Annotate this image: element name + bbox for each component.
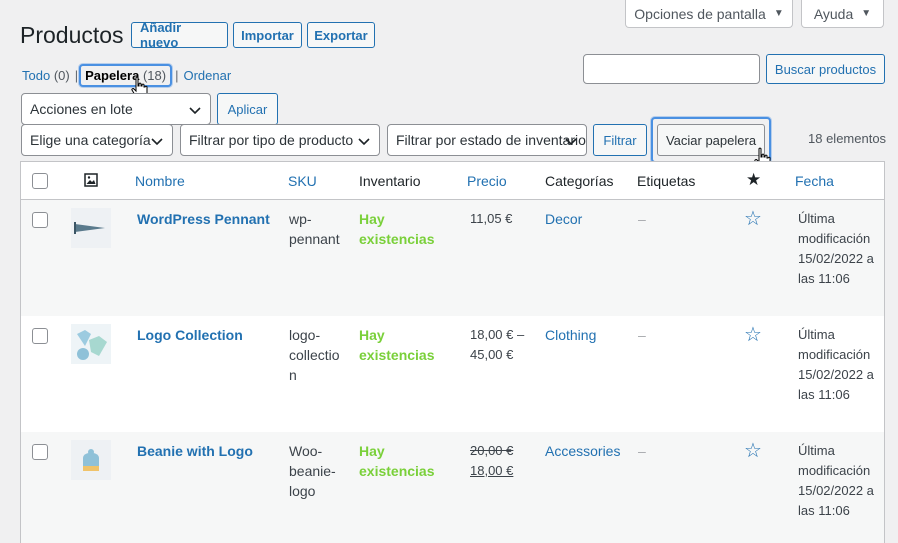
stock-status-filter-value: Filtrar por estado de inventario xyxy=(396,132,586,148)
product-name-link[interactable]: WordPress Pennant xyxy=(137,209,270,229)
product-name-link[interactable]: Beanie with Logo xyxy=(137,441,253,461)
category-filter-value: Elige una categoría xyxy=(30,132,151,148)
product-price: 18,00 € –45,00 € xyxy=(470,327,525,362)
table-row: Beanie with Logo Woo-beanie-logo Hay exis… xyxy=(21,432,884,543)
stock-status: Hay existencias xyxy=(359,327,435,363)
price-new: 18,00 € xyxy=(470,463,514,478)
row-checkbox[interactable] xyxy=(32,212,48,228)
stock-status: Hay existencias xyxy=(359,443,435,479)
help-button[interactable]: Ayuda ▼ xyxy=(801,0,884,28)
price-old: 20,00 € xyxy=(470,443,514,458)
page-title: Productos xyxy=(20,22,124,48)
view-filters: Todo (0) | Papelera (18) | Ordenar xyxy=(22,63,231,87)
chevron-down-icon xyxy=(358,138,370,146)
add-new-button[interactable]: Añadir nuevo xyxy=(131,20,228,50)
date-value: Última modificación 15/02/2022 a las 11:06 xyxy=(798,443,874,518)
column-sku[interactable]: SKU xyxy=(288,173,317,189)
category-link[interactable]: Accessories xyxy=(545,441,620,461)
featured-star-outline-icon[interactable]: ☆ xyxy=(744,438,762,463)
apply-button[interactable]: Aplicar xyxy=(217,93,278,125)
export-button[interactable]: Exportar xyxy=(307,22,375,48)
screen-options-button[interactable]: Opciones de pantalla ▼ xyxy=(625,0,793,28)
product-price: 11,05 € xyxy=(470,211,513,226)
date-value: Última modificación 15/02/2022 a las 11:06 xyxy=(798,211,874,286)
search-products-button[interactable]: Buscar productos xyxy=(766,54,885,84)
screen-options-label: Opciones de pantalla xyxy=(634,5,766,22)
column-date[interactable]: Fecha xyxy=(795,173,834,189)
featured-star-icon[interactable]: ★ xyxy=(746,170,761,190)
empty-trash-button[interactable]: Vaciar papelera xyxy=(657,124,765,156)
chevron-down-icon xyxy=(189,107,201,115)
bulk-actions-value: Acciones en lote xyxy=(30,101,133,117)
product-thumbnail[interactable] xyxy=(71,440,111,480)
product-name-link[interactable]: Logo Collection xyxy=(137,325,243,345)
table-row: Logo Collection logo-collectio n Hay exist… xyxy=(21,316,884,432)
column-stock: Inventario xyxy=(359,173,421,189)
view-all-link[interactable]: Todo (0) xyxy=(22,68,70,83)
column-categories: Categorías xyxy=(545,173,614,189)
view-trash-link[interactable]: Papelera (18) xyxy=(79,63,173,87)
separator: | xyxy=(175,67,179,83)
row-checkbox[interactable] xyxy=(32,444,48,460)
table-row: WordPress Pennant wp-pennant Hay existenc… xyxy=(21,200,884,316)
triangle-down-icon: ▼ xyxy=(861,8,872,19)
product-sku: wp-pennant xyxy=(289,211,340,247)
select-all-checkbox[interactable] xyxy=(32,173,48,189)
stock-status: Hay existencias xyxy=(359,211,435,247)
column-tags: Etiquetas xyxy=(637,173,696,189)
view-sort-link[interactable]: Ordenar xyxy=(183,68,231,83)
filter-button[interactable]: Filtrar xyxy=(593,124,647,156)
row-checkbox[interactable] xyxy=(32,328,48,344)
category-filter-select[interactable]: Elige una categoría xyxy=(21,124,173,156)
featured-star-outline-icon[interactable]: ☆ xyxy=(744,206,762,231)
tags-value: – xyxy=(638,443,646,459)
featured-star-outline-icon[interactable]: ☆ xyxy=(744,322,762,347)
stock-status-filter-select[interactable]: Filtrar por estado de inventario xyxy=(387,124,587,156)
tags-value: – xyxy=(638,327,646,343)
bulk-actions-select[interactable]: Acciones en lote xyxy=(21,93,211,125)
search-input[interactable] xyxy=(583,54,760,84)
product-sku: logo-collectio n xyxy=(289,327,340,383)
table-header: Nombre SKU Inventario Precio Categorías … xyxy=(21,162,884,200)
products-table: Nombre SKU Inventario Precio Categorías … xyxy=(20,161,885,543)
column-name[interactable]: Nombre xyxy=(135,173,185,189)
product-price: 20,00 € 18,00 € xyxy=(470,441,513,481)
chevron-down-icon xyxy=(151,138,163,146)
product-type-filter-select[interactable]: Filtrar por tipo de producto xyxy=(180,124,380,156)
image-icon xyxy=(84,173,98,187)
product-thumbnail[interactable] xyxy=(71,324,111,364)
separator: | xyxy=(74,67,79,83)
import-button[interactable]: Importar xyxy=(233,22,302,48)
category-link[interactable]: Decor xyxy=(545,209,582,229)
tags-value: – xyxy=(638,211,646,227)
product-thumbnail[interactable] xyxy=(71,208,111,248)
column-price[interactable]: Precio xyxy=(467,173,507,189)
product-sku: Woo-beanie-logo xyxy=(289,443,336,499)
category-link[interactable]: Clothing xyxy=(545,325,596,345)
chevron-down-icon xyxy=(565,138,577,146)
date-value: Última modificación 15/02/2022 a las 11:06 xyxy=(798,327,874,402)
help-label: Ayuda xyxy=(813,5,854,22)
product-type-filter-value: Filtrar por tipo de producto xyxy=(189,132,354,148)
triangle-down-icon: ▼ xyxy=(773,8,784,19)
items-count: 18 elementos xyxy=(808,131,887,146)
